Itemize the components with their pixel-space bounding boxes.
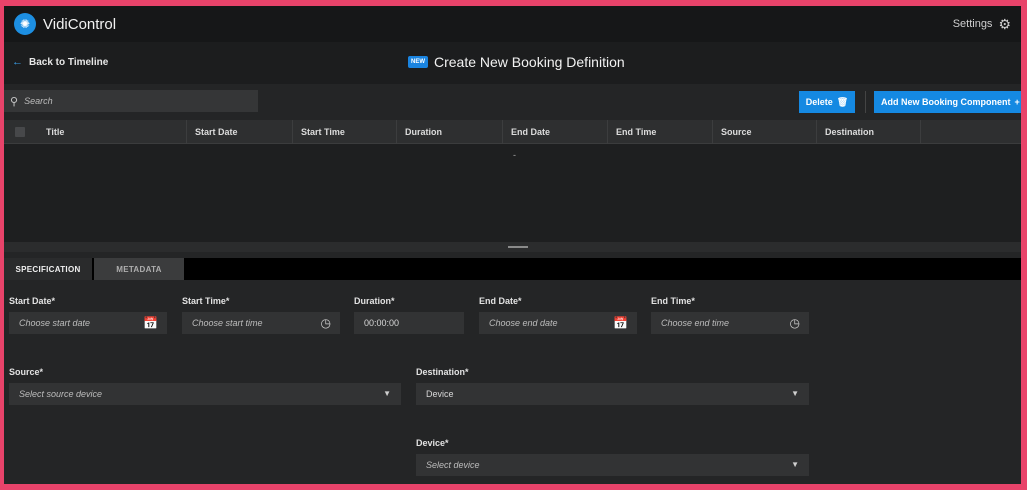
source-placeholder: Select source device [19, 389, 103, 399]
end-date-field[interactable]: Choose end date 📅 [479, 312, 637, 334]
back-to-timeline-link[interactable]: ← Back to Timeline [12, 56, 108, 68]
column-start-date[interactable]: Start Date [186, 120, 292, 144]
end-time-placeholder: Choose end time [661, 318, 730, 328]
clock-icon[interactable]: ◷ [321, 316, 331, 330]
back-label: Back to Timeline [29, 56, 109, 68]
end-date-label: End Date* [479, 296, 522, 306]
clock-icon[interactable]: ◷ [790, 316, 800, 330]
calendar-icon[interactable]: 📅 [613, 316, 628, 330]
gear-icon: ⚙ [998, 15, 1011, 32]
table-header: Title Start Date Start Time Duration End… [4, 120, 1021, 144]
destination-select[interactable]: Device ▼ [416, 383, 809, 405]
start-time-label: Start Time* [182, 296, 230, 306]
search-input[interactable] [24, 96, 225, 106]
column-destination[interactable]: Destination [816, 120, 920, 144]
search-box[interactable]: ⚲ [4, 90, 258, 112]
empty-marker: - [513, 150, 516, 160]
app-window: ✺ VidiControl Settings ⚙ ← Back to Timel… [4, 6, 1021, 484]
tab-bar: SPECIFICATION METADATA [4, 258, 1021, 280]
splitter-grip[interactable] [508, 246, 528, 248]
tab-specification[interactable]: SPECIFICATION [4, 258, 92, 280]
app-title: VidiControl [43, 15, 117, 33]
destination-label: Destination* [416, 367, 469, 377]
column-title[interactable]: Title [38, 120, 186, 144]
start-date-field[interactable]: Choose start date 📅 [9, 312, 167, 334]
page-title: Create New Booking Definition [434, 54, 625, 70]
plus-icon: + [1014, 97, 1020, 107]
column-start-time[interactable]: Start Time [292, 120, 396, 144]
delete-button[interactable]: Delete 🗑 [799, 91, 855, 113]
add-label: Add New Booking Component [881, 97, 1011, 107]
end-time-field[interactable]: Choose end time ◷ [651, 312, 809, 334]
toolbar: ⚲ Delete 🗑 Add New Booking Component + [4, 84, 1021, 120]
column-extra [920, 120, 1021, 144]
column-end-time[interactable]: End Time [607, 120, 712, 144]
device-select[interactable]: Select device ▼ [416, 454, 809, 476]
device-label: Device* [416, 438, 449, 448]
column-end-date[interactable]: End Date [502, 120, 607, 144]
column-duration[interactable]: Duration [396, 120, 502, 144]
settings-label: Settings [952, 18, 993, 30]
start-date-label: Start Date* [9, 296, 56, 306]
duration-label: Duration* [354, 296, 395, 306]
panel-splitter[interactable] [4, 242, 1021, 252]
page-header: ← Back to Timeline NEW Create New Bookin… [4, 42, 1021, 84]
chevron-down-icon: ▼ [791, 460, 799, 469]
trash-icon: 🗑 [836, 96, 849, 107]
new-badge: NEW [408, 56, 428, 68]
settings-button[interactable]: Settings ⚙ [953, 16, 1011, 33]
column-source[interactable]: Source [712, 120, 816, 144]
page-title-group: NEW Create New Booking Definition [408, 54, 625, 70]
end-date-placeholder: Choose end date [489, 318, 558, 328]
start-time-placeholder: Choose start time [192, 318, 263, 328]
chevron-down-icon: ▼ [383, 389, 391, 398]
duration-field[interactable]: 00:00:00 [354, 312, 464, 334]
chevron-down-icon: ▼ [791, 389, 799, 398]
start-date-placeholder: Choose start date [19, 318, 91, 328]
back-arrow-icon: ← [12, 56, 23, 68]
calendar-icon[interactable]: 📅 [143, 316, 158, 330]
source-select[interactable]: Select source device ▼ [9, 383, 401, 405]
add-booking-component-button[interactable]: Add New Booking Component + [874, 91, 1021, 113]
duration-value: 00:00:00 [364, 318, 400, 328]
select-all-checkbox[interactable] [15, 127, 25, 137]
toolbar-divider [865, 91, 866, 113]
table-body: - [4, 144, 1021, 242]
tab-metadata[interactable]: METADATA [94, 258, 184, 280]
start-time-field[interactable]: Choose start time ◷ [182, 312, 340, 334]
top-bar: ✺ VidiControl Settings ⚙ [4, 6, 1021, 42]
source-label: Source* [9, 367, 44, 377]
logo-icon: ✺ [14, 13, 36, 35]
end-time-label: End Time* [651, 296, 695, 306]
device-placeholder: Select device [426, 460, 480, 470]
destination-value: Device [426, 389, 454, 399]
search-icon: ⚲ [10, 95, 19, 108]
delete-label: Delete [805, 97, 833, 107]
